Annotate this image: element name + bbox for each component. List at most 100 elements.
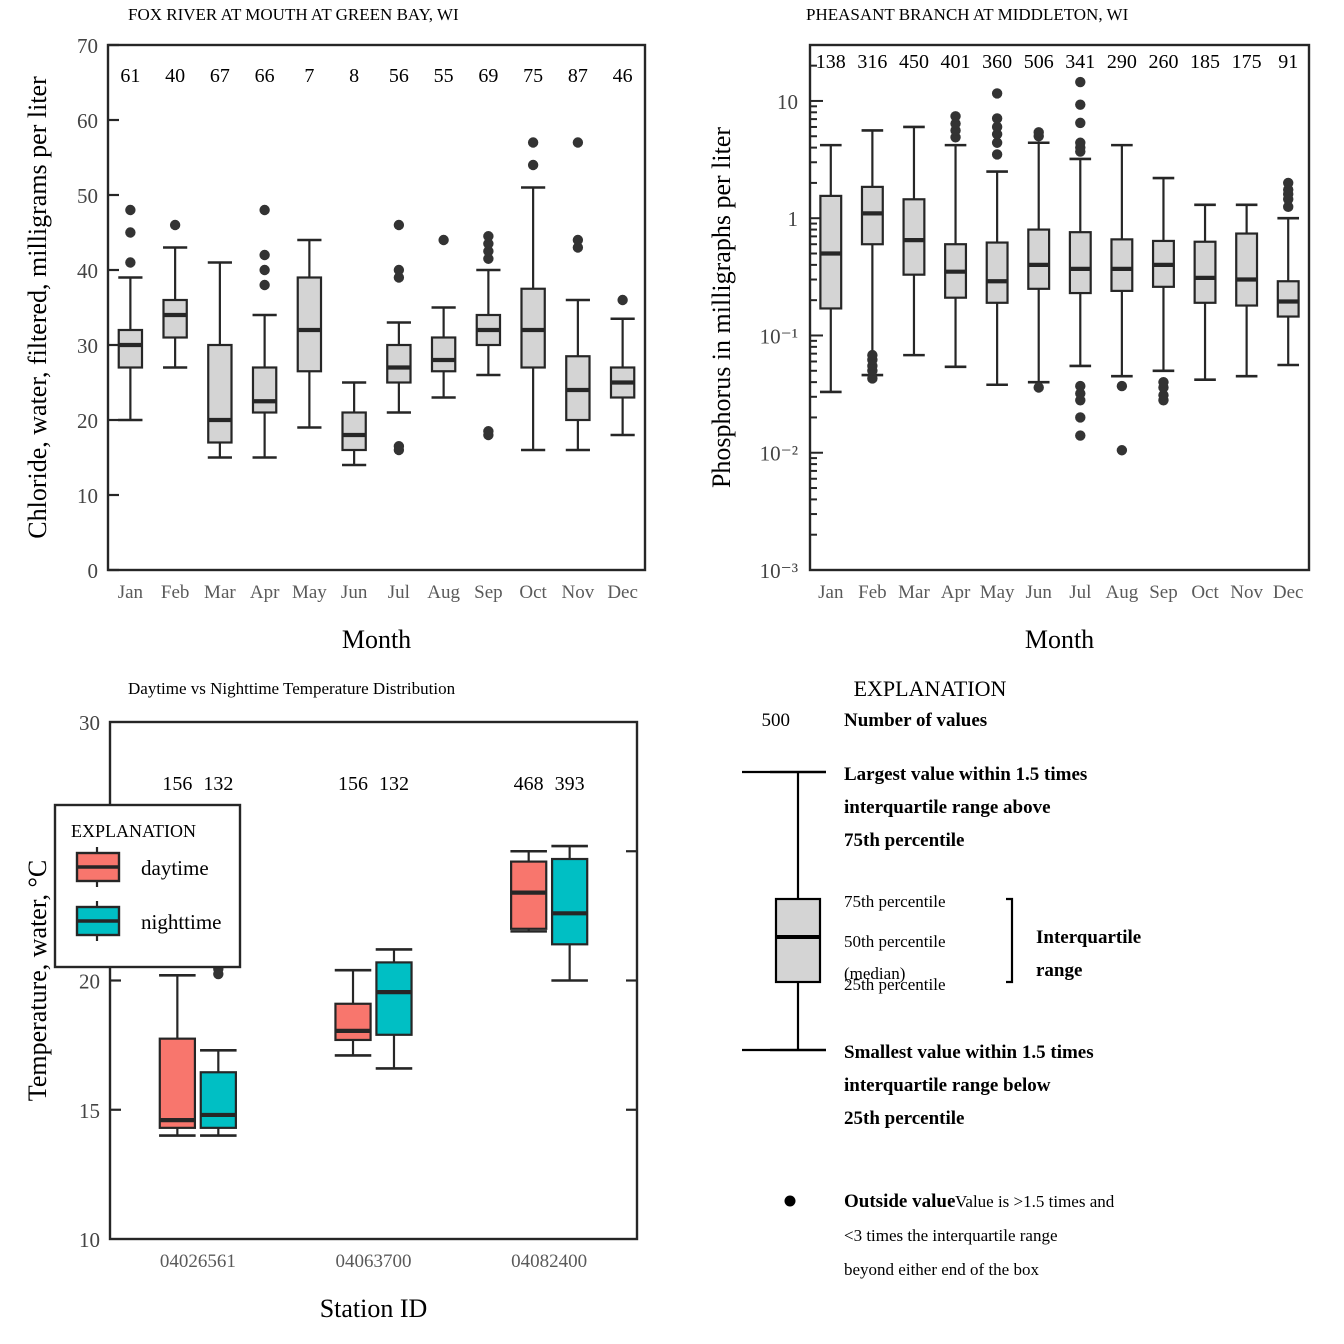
y-axis-tick-label: 1 <box>788 207 799 231</box>
count-label-jun: 506 <box>1024 51 1054 73</box>
count-label-feb: 40 <box>165 65 185 87</box>
count-label-jun: 8 <box>349 65 359 87</box>
interquartile-box <box>158 1037 197 1129</box>
x-axis-label: Month <box>1025 625 1094 654</box>
outlier-point <box>259 264 270 276</box>
y-axis-tick-label: 30 <box>79 711 100 735</box>
legend-label-nighttime: nighttime <box>141 910 222 934</box>
count-label-mar: 450 <box>899 51 929 73</box>
x-axis-tick-label: Nov <box>562 582 595 603</box>
count-label-sep: 69 <box>478 65 498 87</box>
outside-value-desc-line2: <3 times the interquartile range <box>844 1226 1058 1245</box>
count-label-aug: 290 <box>1107 51 1137 73</box>
box-sep <box>475 231 502 441</box>
x-axis-tick-label: Jan <box>118 582 144 603</box>
box-daytime-04082400 <box>510 849 548 933</box>
x-axis-tick-label: Oct <box>519 582 547 603</box>
interquartile-box <box>162 298 188 339</box>
box-nighttime-04063700 <box>375 948 413 1070</box>
outlier-point <box>867 349 878 361</box>
outlier-point <box>259 279 270 291</box>
outlier-point <box>572 137 584 148</box>
y-axis-label: Chloride, water, filtered, milligrams pe… <box>23 76 52 539</box>
count-label-jan: 61 <box>120 65 140 87</box>
count-label-dec: 46 <box>613 65 633 87</box>
count-label-aug: 55 <box>434 65 454 87</box>
x-axis-tick-label: Sep <box>474 582 503 603</box>
outlier-point <box>1033 382 1044 393</box>
chart-title: FOX RIVER AT MOUTH AT GREEN BAY, WI <box>128 5 459 24</box>
box-jul <box>386 219 412 456</box>
count-label-daytime-04063700: 156 <box>338 773 368 795</box>
box-mar <box>207 261 233 459</box>
outside-value-label: Outside value <box>844 1191 955 1212</box>
legend-title: EXPLANATION <box>71 821 196 841</box>
box-aug <box>430 234 457 399</box>
count-label-daytime-04026561: 156 <box>162 773 192 795</box>
y-axis-tick-label: 70 <box>77 34 98 58</box>
outlier-point <box>438 234 449 246</box>
x-axis-tick-label: Apr <box>941 582 971 603</box>
interquartile-box <box>902 198 926 276</box>
count-label-jul: 56 <box>389 65 409 87</box>
chart-temperature: Daytime vs Nighttime Temperature Distrib… <box>0 672 672 1344</box>
interquartile-box <box>386 343 412 384</box>
y-axis-tick-label: 10 <box>79 1228 100 1252</box>
y-axis-tick-label: 20 <box>77 409 98 433</box>
temperature-plot: Daytime vs Nighttime Temperature Distrib… <box>23 679 639 1323</box>
x-axis-tick-label: May <box>980 582 1015 603</box>
outlier-point <box>1075 430 1086 441</box>
x-axis-tick-label: Oct <box>1191 582 1219 603</box>
outlier-point <box>1075 99 1086 110</box>
box-sep <box>1151 176 1175 406</box>
box-apr <box>944 111 968 369</box>
x-axis-tick-label: Aug <box>427 582 460 603</box>
y-axis-tick-label: 10⁻² <box>760 442 798 466</box>
interquartile-box <box>985 241 1009 304</box>
interquartile-box <box>334 1002 372 1042</box>
interquartile-box <box>510 860 548 930</box>
box-dec <box>609 294 636 437</box>
box-nov <box>1235 203 1259 378</box>
upper-whisker-desc-line3: 75th percentile <box>844 830 965 851</box>
outlier-point <box>1116 380 1128 392</box>
y-axis-tick-label: 10⁻¹ <box>760 324 798 348</box>
outlier-point <box>950 111 961 122</box>
box-aug <box>1110 143 1134 456</box>
y-axis-tick-label: 10 <box>777 90 798 114</box>
outlier-point <box>393 219 405 231</box>
box-may <box>985 88 1009 387</box>
box-dec <box>1276 177 1300 367</box>
x-axis-tick-label: Mar <box>898 582 930 603</box>
x-axis-tick-label: Feb <box>858 582 887 603</box>
schematic-boxplot <box>770 770 826 1052</box>
lower-whisker-desc-line3: 25th percentile <box>844 1108 965 1129</box>
count-label-jan: 138 <box>816 51 846 73</box>
outlier-point <box>1075 137 1086 148</box>
box-daytime-04026561 <box>158 974 197 1137</box>
upper-whisker-desc-line1: Largest value within 1.5 times <box>844 764 1087 785</box>
x-axis-label: Station ID <box>320 1294 428 1323</box>
outlier-point <box>991 88 1003 99</box>
x-axis-tick-label: May <box>292 582 327 603</box>
outlier-point <box>259 249 270 261</box>
y-axis-tick-label: 30 <box>77 334 98 358</box>
x-axis-tick-label: Dec <box>1273 582 1304 603</box>
count-label-nighttime-04063700: 132 <box>379 773 409 795</box>
box-nighttime-04082400 <box>550 844 589 982</box>
x-axis-tick-label: Jan <box>818 582 844 603</box>
count-label-nov: 87 <box>568 65 588 87</box>
plot-frame <box>808 43 1311 572</box>
interquartile-box <box>1235 232 1259 307</box>
outlier-point <box>393 441 405 452</box>
count-label-oct: 185 <box>1190 51 1220 73</box>
outlier-point <box>1283 177 1294 189</box>
box-jan <box>117 204 144 422</box>
outlier-point <box>483 426 494 437</box>
box-jul <box>1068 76 1092 441</box>
outlier-point <box>1075 117 1086 129</box>
interquartile-box <box>1027 228 1051 290</box>
box-oct <box>1193 203 1217 381</box>
box-apr <box>251 204 278 459</box>
outlier-point <box>572 234 584 246</box>
